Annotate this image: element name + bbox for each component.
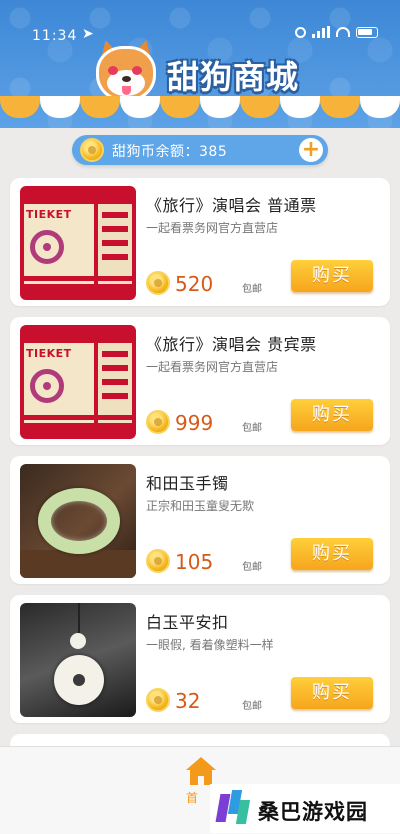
- film-reel-icon: [30, 230, 64, 264]
- product-subtitle: 一眼假, 看着像塑料一样: [146, 638, 274, 652]
- product-image: TIEKET: [20, 186, 136, 300]
- shipping-label: 包邮: [242, 562, 262, 573]
- home-icon[interactable]: [186, 757, 216, 787]
- coin-icon: [146, 549, 170, 573]
- buy-button[interactable]: 购买: [291, 538, 373, 570]
- product-image: [20, 603, 136, 717]
- product-subtitle: 一起看票务网官方直营店: [146, 360, 279, 374]
- product-title: 白玉平安扣: [146, 613, 229, 632]
- product-card[interactable]: TIEKET 《旅行》演唱会 贵宾票 一起看票务网官方直营店 999 包邮 购买: [10, 317, 390, 445]
- alarm-icon: [295, 26, 306, 38]
- watermark-text: 桑巴游戏园: [258, 800, 368, 824]
- bangle-icon: [38, 488, 120, 554]
- coin-icon: [146, 410, 170, 434]
- buy-button[interactable]: 购买: [291, 399, 373, 431]
- product-subtitle: 一起看票务网官方直营店: [146, 221, 279, 235]
- brand-title: 甜狗商城: [167, 58, 300, 96]
- product-image: TIEKET: [20, 325, 136, 439]
- coin-balance-text: 甜狗币余额：385: [112, 144, 228, 160]
- add-coins-button[interactable]: +: [299, 138, 323, 162]
- product-price: 105: [175, 550, 214, 574]
- pendant-icon: [54, 655, 104, 705]
- shipping-label: 包邮: [242, 423, 262, 434]
- status-icons: [295, 26, 378, 38]
- coin-icon: [80, 138, 104, 162]
- coin-icon: [146, 688, 170, 712]
- product-title: 和田玉手镯: [146, 474, 229, 493]
- product-image: [20, 464, 136, 578]
- shipping-label: 包邮: [242, 701, 262, 712]
- product-title: 《旅行》演唱会 普通票: [146, 196, 317, 215]
- product-card[interactable]: 和田玉手镯 正宗和田玉童叟无欺 105 包邮 购买: [10, 456, 390, 584]
- product-card[interactable]: 白玉平安扣 一眼假, 看着像塑料一样 32 包邮 购买: [10, 595, 390, 723]
- product-subtitle: 正宗和田玉童叟无欺: [146, 499, 255, 513]
- nav-home-label[interactable]: 首: [186, 789, 198, 806]
- product-price: 999: [175, 411, 214, 435]
- watermark: 桑巴游戏园: [210, 784, 400, 833]
- signal-icon: [312, 26, 330, 38]
- film-reel-icon: [30, 369, 64, 403]
- watermark-logo-icon: [215, 790, 251, 826]
- product-card[interactable]: TIEKET 《旅行》演唱会 普通票 一起看票务网官方直营店 520 包邮 购买: [10, 178, 390, 306]
- buy-button[interactable]: 购买: [291, 260, 373, 292]
- app-header: 11:34 ➤ 甜狗商城: [0, 0, 400, 128]
- buy-button[interactable]: 购买: [291, 677, 373, 709]
- battery-icon: [356, 26, 378, 38]
- coin-balance-bar: 甜狗币余额：385 +: [72, 135, 328, 165]
- wifi-icon: [336, 27, 350, 37]
- product-title: 《旅行》演唱会 贵宾票: [146, 335, 317, 354]
- awning-decoration: [0, 96, 400, 128]
- coin-icon: [146, 271, 170, 295]
- status-bar: 11:34 ➤: [0, 26, 400, 48]
- product-price: 520: [175, 272, 214, 296]
- shipping-label: 包邮: [242, 284, 262, 295]
- status-time: 11:34: [32, 28, 78, 44]
- product-price: 32: [175, 689, 201, 713]
